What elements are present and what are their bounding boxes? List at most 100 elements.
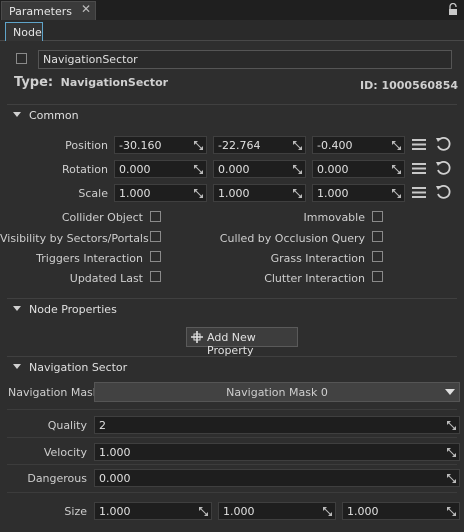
id-label: ID: (360, 79, 378, 92)
menu-icon[interactable] (412, 139, 426, 150)
drag-arrows-icon[interactable] (447, 448, 456, 457)
grass-interaction-checkbox[interactable] (372, 251, 383, 262)
velocity-field[interactable]: 1.000 (94, 443, 460, 461)
menu-icon[interactable] (412, 187, 426, 198)
navigation-mask-label: Navigation Mask (8, 386, 100, 399)
id-value: 1000560854 (381, 79, 459, 92)
velocity-label: Velocity (43, 446, 87, 459)
divider (7, 492, 457, 493)
add-new-property-label: Add New Property (207, 331, 256, 357)
type-label: Type: (14, 75, 54, 90)
tab-node[interactable]: Node (5, 22, 43, 41)
tab-node-label: Node (13, 26, 42, 39)
scale-x-value: 1.000 (119, 187, 151, 200)
drag-arrows-icon[interactable] (293, 141, 302, 150)
reset-icon[interactable] (435, 136, 451, 152)
menu-icon[interactable] (412, 163, 426, 174)
size-x-value: 1.000 (99, 505, 131, 518)
scale-x-field[interactable]: 1.000 (114, 184, 207, 202)
section-common[interactable]: Common (7, 104, 457, 124)
drag-arrows-icon[interactable] (323, 507, 332, 516)
dangerous-field[interactable]: 0.000 (94, 469, 460, 487)
drag-arrows-icon[interactable] (447, 421, 456, 430)
drag-arrows-icon[interactable] (194, 165, 203, 174)
node-enabled-checkbox[interactable] (16, 53, 27, 64)
immovable-checkbox[interactable] (372, 211, 383, 222)
rotation-z-field[interactable]: 0.000 (312, 160, 405, 178)
rotation-z-value: 0.000 (317, 163, 349, 176)
rotation-x-field[interactable]: 0.000 (114, 160, 207, 178)
velocity-value: 1.000 (99, 446, 131, 459)
rotation-y-field[interactable]: 0.000 (213, 160, 306, 178)
drag-arrows-icon[interactable] (194, 189, 203, 198)
collider-object-checkbox[interactable] (150, 211, 161, 222)
divider (7, 437, 457, 438)
scale-label: Scale (78, 187, 108, 200)
section-navigation-sector[interactable]: Navigation Sector (7, 356, 457, 376)
updated-last-label: Updated Last (69, 272, 143, 285)
reset-icon[interactable] (435, 160, 451, 176)
clutter-interaction-checkbox[interactable] (372, 271, 383, 282)
window-tabbar: Parameters ✕ (0, 0, 464, 20)
navigation-mask-value: Navigation Mask 0 (226, 386, 328, 399)
culled-occlusion-label: Culled by Occlusion Query (219, 232, 365, 245)
clutter-interaction-label: Clutter Interaction (264, 272, 365, 285)
drag-arrows-icon[interactable] (194, 141, 203, 150)
add-new-property-button[interactable]: Add New Property (186, 327, 298, 357)
drag-arrows-icon[interactable] (199, 507, 208, 516)
scale-z-field[interactable]: 1.000 (312, 184, 405, 202)
triggers-interaction-checkbox[interactable] (150, 251, 161, 262)
scale-y-value: 1.000 (218, 187, 250, 200)
position-y-value: -22.764 (218, 139, 261, 152)
position-z-field[interactable]: -0.400 (312, 136, 405, 154)
navigation-mask-select[interactable]: Navigation Mask 0 (94, 382, 460, 402)
drag-arrows-icon[interactable] (392, 189, 401, 198)
drag-arrows-icon[interactable] (293, 189, 302, 198)
close-icon[interactable]: ✕ (81, 2, 91, 16)
visibility-sectors-checkbox[interactable] (150, 231, 161, 242)
drag-arrows-icon[interactable] (293, 165, 302, 174)
size-x-field[interactable]: 1.000 (94, 502, 212, 520)
section-node-properties-title: Node Properties (29, 303, 117, 316)
size-y-value: 1.000 (223, 505, 255, 518)
quality-field[interactable]: 2 (94, 416, 460, 434)
collider-object-label: Collider Object (61, 211, 143, 224)
section-common-title: Common (29, 109, 79, 122)
divider (7, 409, 457, 410)
node-name-field[interactable]: NavigationSector (38, 50, 452, 69)
drag-arrows-icon[interactable] (392, 165, 401, 174)
rotation-x-value: 0.000 (119, 163, 151, 176)
drag-arrows-icon[interactable] (447, 507, 456, 516)
tab-parameters-label: Parameters (9, 5, 72, 18)
size-label: Size (64, 505, 87, 518)
node-name-value: NavigationSector (43, 53, 138, 66)
scale-z-value: 1.000 (317, 187, 349, 200)
add-icon (191, 331, 203, 343)
collapse-triangle-icon (13, 364, 21, 369)
position-y-field[interactable]: -22.764 (213, 136, 306, 154)
drag-arrows-icon[interactable] (447, 474, 456, 483)
rotation-label: Rotation (61, 163, 108, 176)
culled-occlusion-checkbox[interactable] (372, 231, 383, 242)
type-row: Type: NavigationSector (14, 75, 168, 90)
immovable-label: Immovable (303, 211, 365, 224)
quality-label: Quality (47, 419, 87, 432)
subtab-bar: Node (0, 20, 464, 41)
section-node-properties[interactable]: Node Properties (7, 298, 457, 318)
triggers-interaction-label: Triggers Interaction (36, 252, 143, 265)
divider (7, 464, 457, 465)
quality-value: 2 (99, 419, 106, 432)
size-z-field[interactable]: 1.000 (342, 502, 460, 520)
rotation-y-value: 0.000 (218, 163, 250, 176)
updated-last-checkbox[interactable] (150, 271, 161, 282)
section-navigation-sector-title: Navigation Sector (29, 361, 128, 374)
size-y-field[interactable]: 1.000 (218, 502, 336, 520)
drag-arrows-icon[interactable] (392, 141, 401, 150)
scale-y-field[interactable]: 1.000 (213, 184, 306, 202)
lock-icon[interactable] (448, 3, 458, 16)
reset-icon[interactable] (435, 184, 451, 200)
position-x-field[interactable]: -30.160 (114, 136, 207, 154)
dangerous-value: 0.000 (99, 472, 131, 485)
size-z-value: 1.000 (347, 505, 379, 518)
dangerous-label: Dangerous (27, 472, 87, 485)
